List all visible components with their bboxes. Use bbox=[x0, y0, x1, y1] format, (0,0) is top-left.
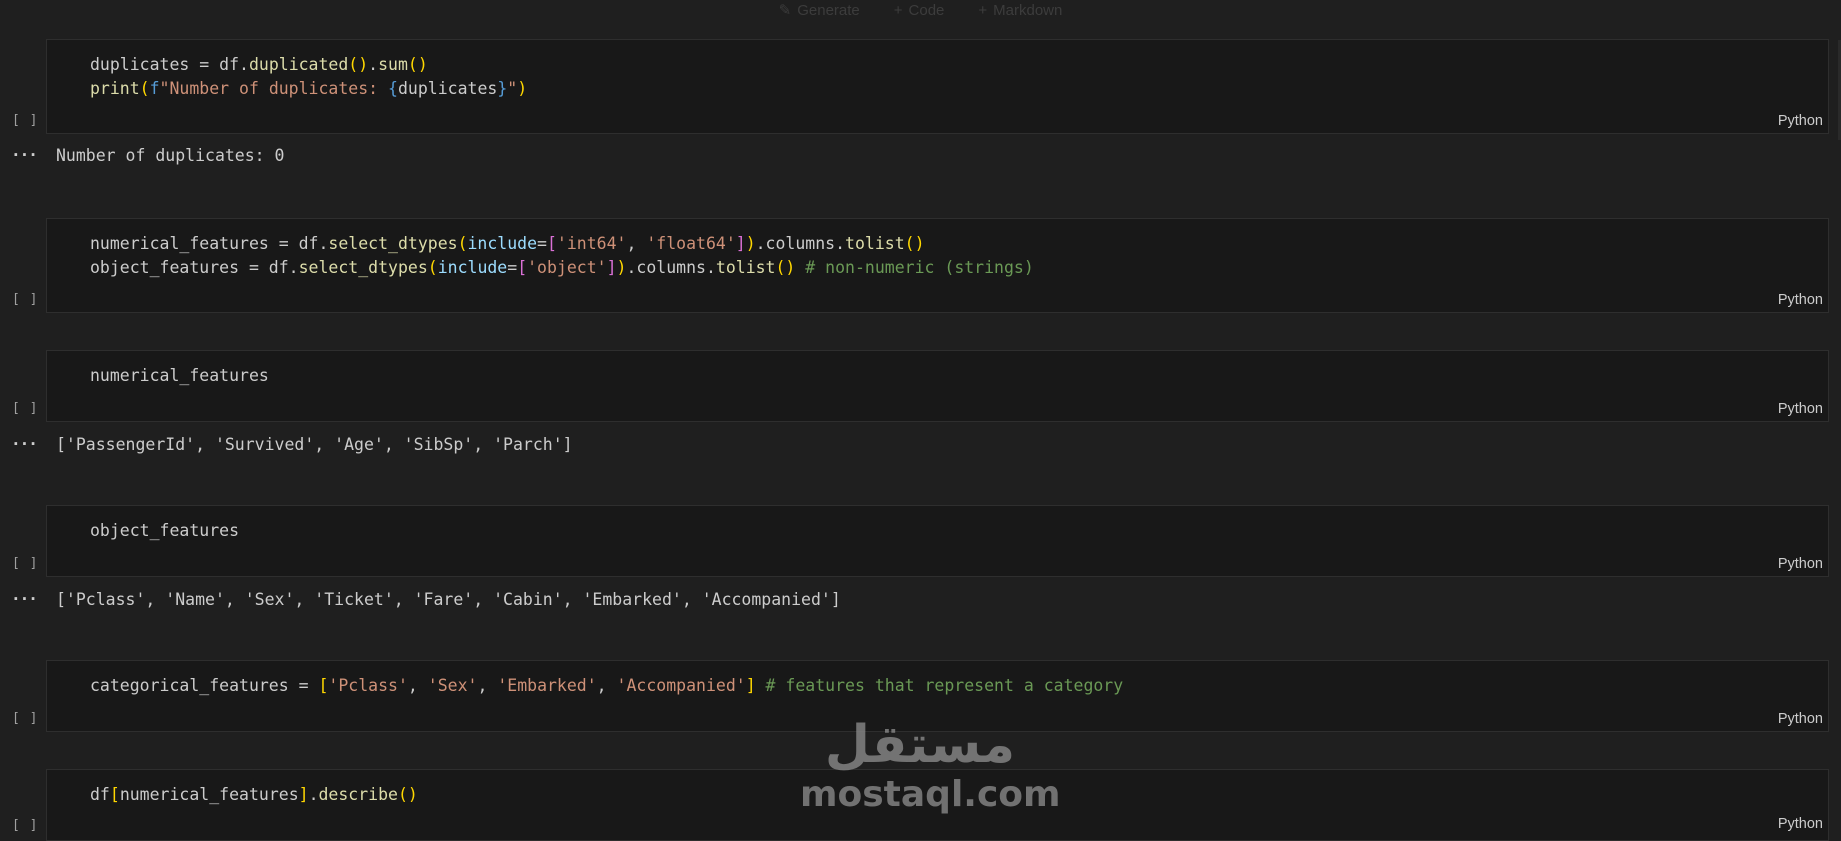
add-code-button[interactable]: + Code bbox=[894, 2, 945, 19]
output-menu-icon[interactable]: ··· bbox=[11, 145, 38, 164]
output-menu-icon[interactable]: ··· bbox=[11, 589, 38, 608]
plus-icon: + bbox=[978, 1, 988, 19]
code-line: object_features = df.select_dtypes(inclu… bbox=[90, 258, 1034, 277]
code-line: numerical_features = df.select_dtypes(in… bbox=[90, 234, 925, 253]
watermark-arabic: مستقل bbox=[824, 715, 1016, 775]
add-markdown-button[interactable]: + Markdown bbox=[978, 2, 1062, 19]
code-cell-4[interactable]: object_features Python bbox=[46, 505, 1829, 577]
execution-count[interactable]: [ ] bbox=[12, 401, 38, 416]
code-line: numerical_features bbox=[90, 366, 269, 385]
mostaql-watermark: مستقل mostaql.com bbox=[800, 715, 1061, 815]
execution-count[interactable]: [ ] bbox=[12, 711, 38, 726]
sparkle-icon: ✎ bbox=[778, 2, 792, 19]
cell-language-label[interactable]: Python bbox=[1778, 292, 1823, 308]
code-line: duplicates = df.duplicated().sum() bbox=[90, 55, 428, 74]
generate-label: Generate bbox=[797, 1, 860, 19]
markdown-label: Markdown bbox=[993, 1, 1063, 19]
cell-language-label[interactable]: Python bbox=[1778, 816, 1823, 832]
execution-count[interactable]: [ ] bbox=[12, 113, 38, 128]
code-cell-2[interactable]: numerical_features = df.select_dtypes(in… bbox=[46, 218, 1829, 313]
cell-language-label[interactable]: Python bbox=[1778, 401, 1823, 417]
output-menu-icon[interactable]: ··· bbox=[11, 434, 38, 453]
cell-language-label[interactable]: Python bbox=[1778, 556, 1823, 572]
cell-toolbar: ✎ Generate + Code + Markdown bbox=[0, 0, 1841, 20]
execution-count[interactable]: [ ] bbox=[12, 292, 38, 307]
watermark-latin: mostaql.com bbox=[800, 774, 1061, 815]
code-line: df[numerical_features].describe() bbox=[90, 785, 418, 804]
cell-output: ['Pclass', 'Name', 'Sex', 'Ticket', 'Far… bbox=[56, 590, 841, 609]
execution-count[interactable]: [ ] bbox=[12, 556, 38, 571]
code-line: categorical_features = ['Pclass', 'Sex',… bbox=[90, 676, 1124, 695]
code-line: object_features bbox=[90, 521, 240, 540]
cell-language-label[interactable]: Python bbox=[1778, 113, 1823, 129]
cell-output: Number of duplicates: 0 bbox=[56, 146, 285, 165]
generate-button[interactable]: ✎ Generate bbox=[778, 1, 860, 20]
code-line: print(f"Number of duplicates: {duplicate… bbox=[90, 79, 528, 98]
cell-output: ['PassengerId', 'Survived', 'Age', 'SibS… bbox=[56, 435, 573, 454]
code-label: Code bbox=[908, 1, 945, 19]
cell-language-label[interactable]: Python bbox=[1778, 711, 1823, 727]
execution-count[interactable]: [ ] bbox=[12, 818, 38, 833]
code-cell-1[interactable]: duplicates = df.duplicated().sum() print… bbox=[46, 39, 1829, 134]
plus-icon: + bbox=[893, 1, 903, 19]
code-cell-3[interactable]: numerical_features Python bbox=[46, 350, 1829, 422]
